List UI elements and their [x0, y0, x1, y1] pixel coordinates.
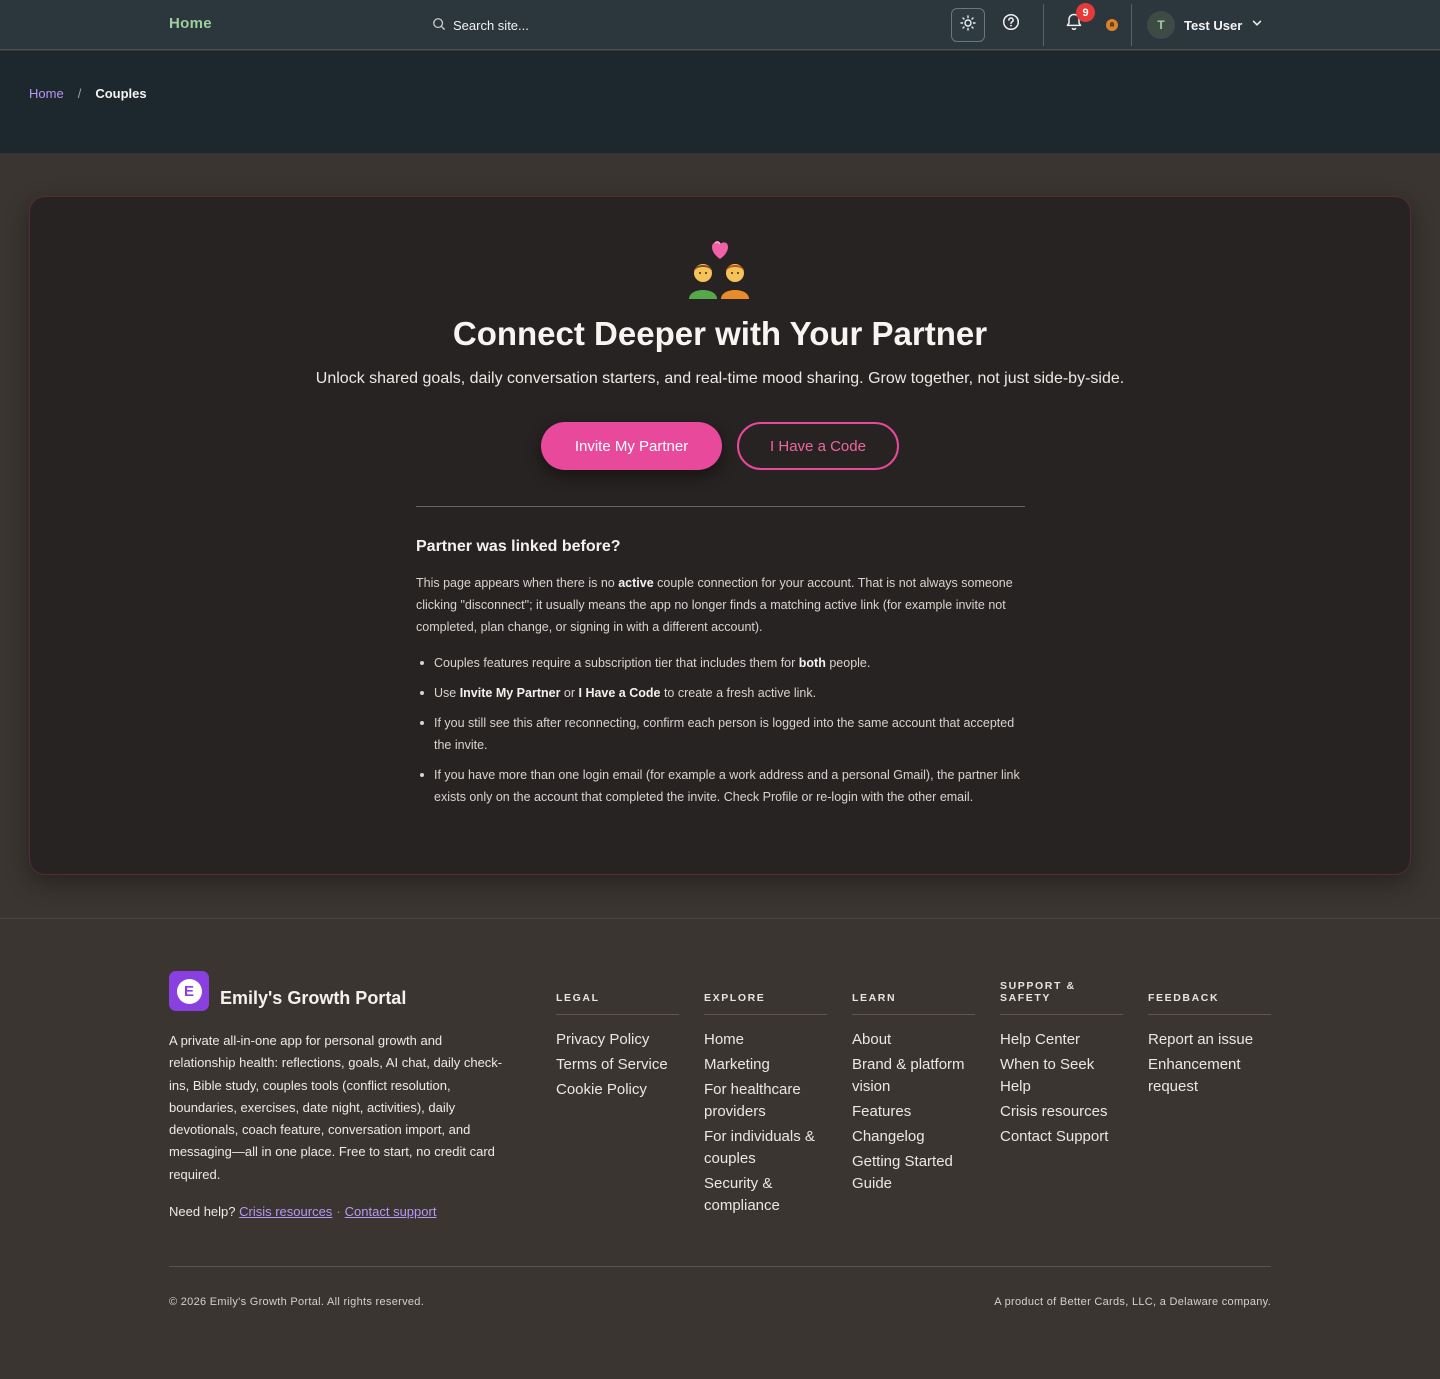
crisis-resources-link[interactable]: Crisis resources — [239, 1204, 332, 1219]
breadcrumb-separator: / — [77, 86, 82, 101]
footer-link[interactable]: Terms of Service — [556, 1054, 679, 1076]
breadcrumb-current: Couples — [95, 86, 147, 101]
help-button[interactable] — [1000, 13, 1022, 35]
page-subtitle: Unlock shared goals, daily conversation … — [315, 370, 1125, 387]
footer-divider — [169, 1266, 1271, 1267]
list-text: to create a fresh active link. — [660, 686, 817, 700]
footer-link[interactable]: Privacy Policy — [556, 1029, 679, 1051]
need-help: Need help? Crisis resources · Contact supp… — [169, 1204, 436, 1219]
brand-logo[interactable]: E — [169, 971, 209, 1011]
footer-link[interactable]: Getting Started Guide — [852, 1151, 975, 1195]
brand-name: Emily's Growth Portal — [220, 988, 407, 1008]
list-text: or — [560, 686, 579, 700]
have-code-button[interactable]: I Have a Code — [737, 422, 899, 470]
invite-partner-button[interactable]: Invite My Partner — [541, 422, 722, 470]
footer-link[interactable]: Enhancement request — [1148, 1054, 1271, 1098]
footer-column-title: LEGAL — [556, 979, 679, 1015]
breadcrumb: Home / Couples — [29, 86, 147, 101]
chevron-down-icon — [1251, 16, 1263, 34]
breadcrumb-home-link[interactable]: Home — [29, 86, 64, 101]
info-paragraph: This page appears when there is no activ… — [416, 572, 1028, 638]
list-emphasis: Invite My Partner — [459, 686, 561, 700]
list-text: Couples features require a subscription … — [434, 656, 799, 670]
sun-icon — [960, 14, 976, 36]
search-field[interactable]: Search site... — [432, 16, 529, 34]
search-placeholder: Search site... — [453, 17, 529, 33]
list-item: Couples features require a subscription … — [420, 652, 1028, 674]
footer-link[interactable]: Cookie Policy — [556, 1079, 679, 1101]
top-navigation: Home Search site... 9 T Test User — [0, 0, 1440, 50]
list-emphasis: I Have a Code — [578, 686, 661, 700]
theme-toggle-button[interactable] — [951, 8, 985, 42]
list-item: If you have more than one login email (f… — [420, 764, 1028, 808]
site-footer: E Emily's Growth Portal A private all-in… — [0, 918, 1440, 1379]
footer-column-support: SUPPORT & SAFETY Help Center When to See… — [1000, 979, 1123, 1151]
footer-link[interactable]: Home — [704, 1029, 827, 1051]
footer-link[interactable]: Report an issue — [1148, 1029, 1271, 1051]
divider — [416, 506, 1025, 507]
footer-column-legal: LEGAL Privacy Policy Terms of Service Co… — [556, 979, 679, 1104]
info-text: This page appears when there is no — [416, 576, 619, 590]
info-list: Couples features require a subscription … — [420, 652, 1028, 816]
nav-home-link[interactable]: Home — [169, 15, 212, 32]
list-text: people. — [825, 656, 871, 670]
footer-link[interactable]: Crisis resources — [1000, 1101, 1123, 1123]
footer-link[interactable]: About — [852, 1029, 975, 1051]
search-icon — [432, 17, 446, 34]
footer-column-title: SUPPORT & SAFETY — [1000, 979, 1123, 1015]
nav-divider — [1131, 4, 1132, 46]
link-separator: · — [336, 1204, 341, 1219]
footer-column-feedback: FEEDBACK Report an issue Enhancement req… — [1148, 979, 1271, 1101]
page-title: Connect Deeper with Your Partner — [452, 315, 988, 352]
footer-link[interactable]: When to Seek Help — [1000, 1054, 1123, 1098]
list-item: Use Invite My Partner or I Have a Code t… — [420, 682, 1028, 704]
avatar: T — [1147, 11, 1175, 39]
help-circle-icon — [1002, 13, 1020, 36]
footer-link[interactable]: Security & compliance — [704, 1173, 827, 1217]
breadcrumb-band: Home / Couples — [0, 51, 1440, 153]
footer-link[interactable]: For healthcare providers — [704, 1079, 827, 1123]
footer-link[interactable]: Help Center — [1000, 1029, 1123, 1051]
contact-support-link[interactable]: Contact support — [345, 1204, 437, 1219]
list-emphasis: both — [798, 656, 826, 670]
nav-divider — [1043, 4, 1044, 46]
footer-link[interactable]: Features — [852, 1101, 975, 1123]
footer-column-title: FEEDBACK — [1148, 979, 1271, 1015]
footer-link[interactable]: Changelog — [852, 1126, 975, 1148]
user-name: Test User — [1184, 17, 1243, 33]
footer-column-title: EXPLORE — [704, 979, 827, 1015]
copyright: © 2026 Emily's Growth Portal. All rights… — [169, 1296, 425, 1308]
footer-link[interactable]: Contact Support — [1000, 1126, 1123, 1148]
footer-link[interactable]: For individuals & couples — [704, 1126, 827, 1170]
need-help-label: Need help? — [169, 1204, 236, 1219]
user-menu[interactable]: T Test User — [1147, 11, 1263, 39]
list-item: If you still see this after reconnecting… — [420, 712, 1028, 756]
footer-column-explore: EXPLORE Home Marketing For healthcare pr… — [704, 979, 827, 1220]
muted-bell-icon[interactable] — [1106, 19, 1118, 31]
notification-count-badge: 9 — [1076, 3, 1095, 22]
company-note: A product of Better Cards, LLC, a Delawa… — [994, 1296, 1271, 1308]
info-heading: Partner was linked before? — [416, 538, 621, 555]
couple-with-heart-icon — [30, 235, 1410, 303]
footer-column-learn: LEARN About Brand & platform vision Feat… — [852, 979, 975, 1198]
footer-column-title: LEARN — [852, 979, 975, 1015]
info-emphasis: active — [618, 576, 654, 590]
footer-link[interactable]: Marketing — [704, 1054, 827, 1076]
list-text: Use — [434, 686, 460, 700]
brand-description: A private all-in-one app for personal gr… — [169, 1033, 503, 1182]
footer-link[interactable]: Brand & platform vision — [852, 1054, 975, 1098]
brand-logo-letter: E — [176, 978, 202, 1004]
